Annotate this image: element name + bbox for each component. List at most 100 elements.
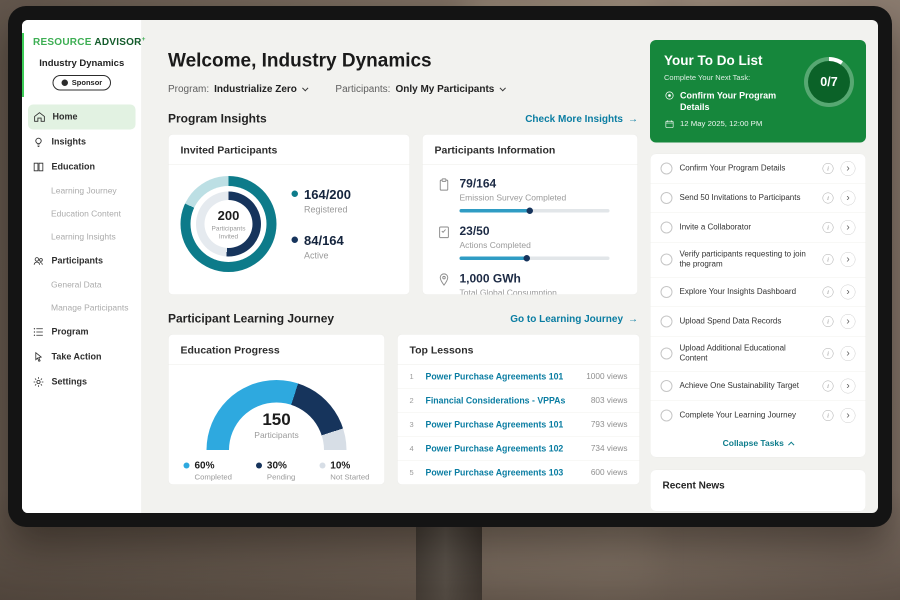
legend-item-registered: 164/200 Registered <box>292 187 351 215</box>
lesson-row[interactable]: 3 Power Purchase Agreements 101 793 view… <box>398 413 640 437</box>
chevron-right-icon[interactable] <box>841 314 856 329</box>
pending-value: 30% <box>267 460 295 472</box>
sidebar-item-home[interactable]: Home <box>28 104 136 129</box>
info-icon[interactable] <box>823 348 834 359</box>
lesson-link[interactable]: Power Purchase Agreements 102 <box>426 444 583 455</box>
pointer-icon <box>32 350 45 363</box>
task-row[interactable]: Upload Spend Data Records <box>651 307 866 337</box>
invited-count-label: Participants Invited <box>208 224 249 240</box>
info-icon[interactable] <box>823 380 834 391</box>
sidebar-item-participants[interactable]: Participants <box>22 248 142 273</box>
program-filter[interactable]: Program: Industrialize Zero <box>168 84 307 96</box>
invited-donut-center: 200 Participants Invited <box>205 200 253 248</box>
sidebar-item-education-content[interactable]: Education Content <box>22 202 142 225</box>
task-row[interactable]: Achieve One Sustainability Target <box>651 371 866 401</box>
task-label: Confirm Your Program Details <box>680 163 816 173</box>
sidebar-item-learning-journey[interactable]: Learning Journey <box>22 179 142 202</box>
lesson-row[interactable]: 1 Power Purchase Agreements 101 1000 vie… <box>398 365 640 389</box>
task-label: Upload Additional Educational Content <box>680 343 816 363</box>
card-title: Education Progress <box>169 335 385 366</box>
info-icon[interactable] <box>823 163 834 174</box>
todo-next-task[interactable]: Confirm Your Program Details <box>664 90 802 113</box>
go-to-learning-journey-link[interactable]: Go to Learning Journey → <box>510 313 638 325</box>
gear-icon <box>32 375 45 388</box>
task-row[interactable]: Send 50 Invitations to Participants <box>651 184 866 214</box>
sponsor-icon <box>61 79 68 86</box>
info-icon[interactable] <box>823 410 834 421</box>
participants-filter[interactable]: Participants: Only My Participants <box>335 84 504 96</box>
checkbox-icon[interactable] <box>661 348 673 360</box>
checkbox-icon[interactable] <box>661 222 673 234</box>
invited-donut-gap: 200 Participants Invited <box>191 186 267 262</box>
task-row[interactable]: Verify participants requesting to join t… <box>651 243 866 278</box>
completed-label: Completed <box>195 473 232 482</box>
sponsor-badge[interactable]: Sponsor <box>52 75 111 91</box>
screen: RESOURCE ADVISOR+ Industry Dynamics Spon… <box>22 20 878 513</box>
task-label: Achieve One Sustainability Target <box>680 381 816 391</box>
sidebar-item-take-action[interactable]: Take Action <box>22 344 142 369</box>
task-label: Upload Spend Data Records <box>680 316 816 326</box>
chevron-right-icon[interactable] <box>841 191 856 206</box>
chevron-right-icon[interactable] <box>841 284 856 299</box>
lesson-link[interactable]: Power Purchase Agreements 103 <box>426 468 583 479</box>
task-row[interactable]: Confirm Your Program Details <box>651 154 866 184</box>
sidebar-item-education[interactable]: Education <box>22 154 142 179</box>
lesson-row[interactable]: 4 Power Purchase Agreements 102 734 view… <box>398 437 640 461</box>
checkbox-icon[interactable] <box>661 380 673 392</box>
info-icon[interactable] <box>823 286 834 297</box>
task-label: Verify participants requesting to join t… <box>680 250 816 270</box>
book-icon <box>32 160 45 173</box>
sponsor-badge-label: Sponsor <box>72 78 102 87</box>
checkbox-icon[interactable] <box>661 315 673 327</box>
sidebar-item-manage-participants[interactable]: Manage Participants <box>22 296 142 319</box>
gauge-legend: 60% Completed 30% Pending <box>181 460 373 482</box>
sidebar-item-general-data[interactable]: General Data <box>22 273 142 296</box>
info-icon[interactable] <box>823 222 834 233</box>
task-list: Confirm Your Program Details Send 50 Inv… <box>650 154 866 458</box>
lesson-link[interactable]: Power Purchase Agreements 101 <box>426 372 579 383</box>
task-row[interactable]: Invite a Collaborator <box>651 213 866 243</box>
checkbox-icon[interactable] <box>661 409 673 421</box>
sidebar-item-learning-insights[interactable]: Learning Insights <box>22 225 142 248</box>
lesson-link[interactable]: Financial Considerations - VPPAs <box>426 396 583 407</box>
chevron-right-icon[interactable] <box>841 252 856 267</box>
stat-value: 1,000 GWh <box>460 272 557 286</box>
checkbox-icon[interactable] <box>661 163 673 175</box>
checklist-icon <box>437 225 452 240</box>
completed-value: 60% <box>195 460 232 472</box>
learning-journey-header: Participant Learning Journey Go to Learn… <box>168 312 638 326</box>
nav-label: Home <box>53 112 78 123</box>
clipboard-icon <box>437 177 452 192</box>
todo-panel: Your To Do List Complete Your Next Task:… <box>650 40 866 511</box>
lesson-row[interactable]: 5 Power Purchase Agreements 103 600 view… <box>398 461 640 485</box>
sidebar-item-insights[interactable]: Insights <box>22 129 142 154</box>
chevron-right-icon[interactable] <box>841 346 856 361</box>
chevron-right-icon[interactable] <box>841 161 856 176</box>
info-icon[interactable] <box>823 316 834 327</box>
monitor-bezel: RESOURCE ADVISOR+ Industry Dynamics Spon… <box>8 6 892 527</box>
checkbox-icon[interactable] <box>661 286 673 298</box>
stat-progress-fill <box>460 257 529 261</box>
card-title: Participants Information <box>423 135 638 166</box>
lesson-link[interactable]: Power Purchase Agreements 101 <box>426 420 583 431</box>
chevron-right-icon[interactable] <box>841 408 856 423</box>
check-more-insights-link[interactable]: Check More Insights → <box>525 113 638 125</box>
checkbox-icon[interactable] <box>661 192 673 204</box>
org-name: Industry Dynamics <box>22 58 142 69</box>
lesson-row[interactable]: 2 Financial Considerations - VPPAs 803 v… <box>398 389 640 413</box>
nav-label: General Data <box>51 280 102 290</box>
collapse-tasks-button[interactable]: Collapse Tasks <box>651 430 866 457</box>
info-icon[interactable] <box>823 193 834 204</box>
chevron-right-icon[interactable] <box>841 378 856 393</box>
checkbox-icon[interactable] <box>661 254 673 266</box>
chevron-right-icon[interactable] <box>841 220 856 235</box>
sidebar-item-program[interactable]: Program <box>22 319 142 344</box>
task-row[interactable]: Explore Your Insights Dashboard <box>651 277 866 307</box>
info-icon[interactable] <box>823 254 834 265</box>
collapse-label: Collapse Tasks <box>723 438 784 448</box>
task-row[interactable]: Upload Additional Educational Content <box>651 336 866 371</box>
gauge-center: 150 Participants <box>207 410 347 441</box>
sidebar-item-settings[interactable]: Settings <box>22 369 142 394</box>
task-row[interactable]: Complete Your Learning Journey <box>651 401 866 430</box>
nav-label: Learning Insights <box>51 232 116 242</box>
